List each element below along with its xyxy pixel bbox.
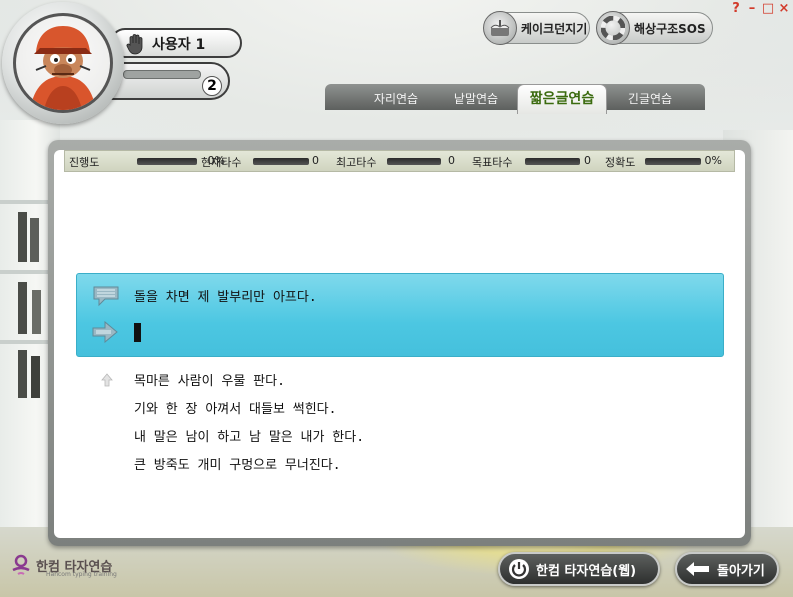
upcoming-sentence: 큰 방죽도 개미 구멍으로 무너진다. [134, 458, 341, 473]
back-label: 돌아가기 [717, 563, 765, 579]
typing-cursor[interactable] [134, 323, 141, 342]
tab-short-sentence[interactable]: 짧은글연습 [517, 84, 607, 114]
upcoming-sentence: 목마른 사람이 우물 판다. [134, 374, 285, 389]
upcoming-sentence: 내 말은 남이 하고 남 말은 내가 한다. [134, 430, 365, 445]
tab-key-position[interactable]: 자리연습 [358, 89, 434, 109]
background-shelf [0, 200, 55, 204]
help-button[interactable]: ? [729, 2, 743, 16]
upcoming-sentence: 기와 한 장 아껴서 대들보 썩힌다. [134, 402, 337, 417]
background-shelf [0, 340, 55, 344]
current-sentence: 돌을 차면 제 발부리만 아프다. [134, 290, 317, 305]
hancom-logo: 한컴 타자연습 Hancom typing training [10, 553, 117, 578]
user-name: 사용자 1 [152, 37, 206, 53]
rescue-game-button[interactable]: 해상구조SOS [596, 11, 713, 45]
speech-bubble-icon [93, 286, 119, 307]
web-version-label: 한컴 타자연습(웹) [536, 563, 637, 579]
current-speed-label: 현재타수 [201, 156, 242, 169]
character-avatar-icon [30, 26, 96, 110]
progress-label: 진행도 [69, 156, 100, 169]
web-version-button[interactable]: 한컴 타자연습(웹) [498, 552, 660, 586]
lifebuoy-icon [596, 11, 630, 45]
typing-area[interactable]: 돌을 차면 제 발부리만 아프다. [76, 273, 724, 357]
back-button[interactable]: 돌아가기 [675, 552, 779, 586]
hancom-logo-icon [12, 554, 30, 575]
stats-bar: 진행도 0% 현재타수 0 최고타수 0 목표타수 0 정확도 0% [64, 150, 735, 172]
avatar [13, 13, 113, 113]
logo-subtitle: Hancom typing training [46, 571, 117, 578]
hand-icon [126, 34, 143, 55]
background-book [18, 282, 27, 334]
minimize-button[interactable]: – [745, 2, 759, 16]
cake-game-label: 케이크던지기 [521, 21, 588, 36]
background-book [30, 218, 39, 262]
up-arrow-icon [101, 373, 113, 387]
background-book [31, 356, 40, 398]
max-speed-label: 최고타수 [336, 156, 377, 169]
cake-game-button[interactable]: 케이크던지기 [483, 11, 590, 45]
input-arrow-icon [92, 321, 118, 343]
current-speed-value: 0 [312, 154, 319, 167]
background-book [32, 290, 41, 334]
avatar-frame[interactable] [2, 2, 124, 124]
upcoming-sentences: 목마른 사람이 우물 판다. 기와 한 장 아껴서 대들보 썩힌다. 내 말은 … [134, 370, 364, 482]
close-button[interactable]: × [777, 2, 791, 16]
target-speed-label: 목표타수 [472, 156, 513, 169]
target-speed-value: 0 [584, 154, 591, 167]
tab-word[interactable]: 낱말연습 [440, 89, 512, 109]
user-level: 2 [202, 76, 222, 96]
user-name-pill: 사용자 1 [110, 28, 242, 58]
background-shelf [0, 270, 55, 274]
cake-icon [483, 11, 517, 45]
level-progress-bar [123, 70, 201, 79]
maximize-button[interactable]: □ [761, 2, 775, 16]
rescue-game-label: 해상구조SOS [634, 21, 706, 36]
accuracy-value: 0% [704, 154, 722, 167]
max-speed-value: 0 [448, 154, 455, 167]
background-book [18, 350, 27, 398]
accuracy-label: 정확도 [605, 156, 636, 169]
window-controls: ? – □ × [729, 2, 791, 16]
background-book [18, 212, 27, 262]
tab-long-text[interactable]: 긴글연습 [614, 89, 686, 109]
back-arrow-icon [686, 562, 709, 576]
power-icon [509, 559, 529, 579]
